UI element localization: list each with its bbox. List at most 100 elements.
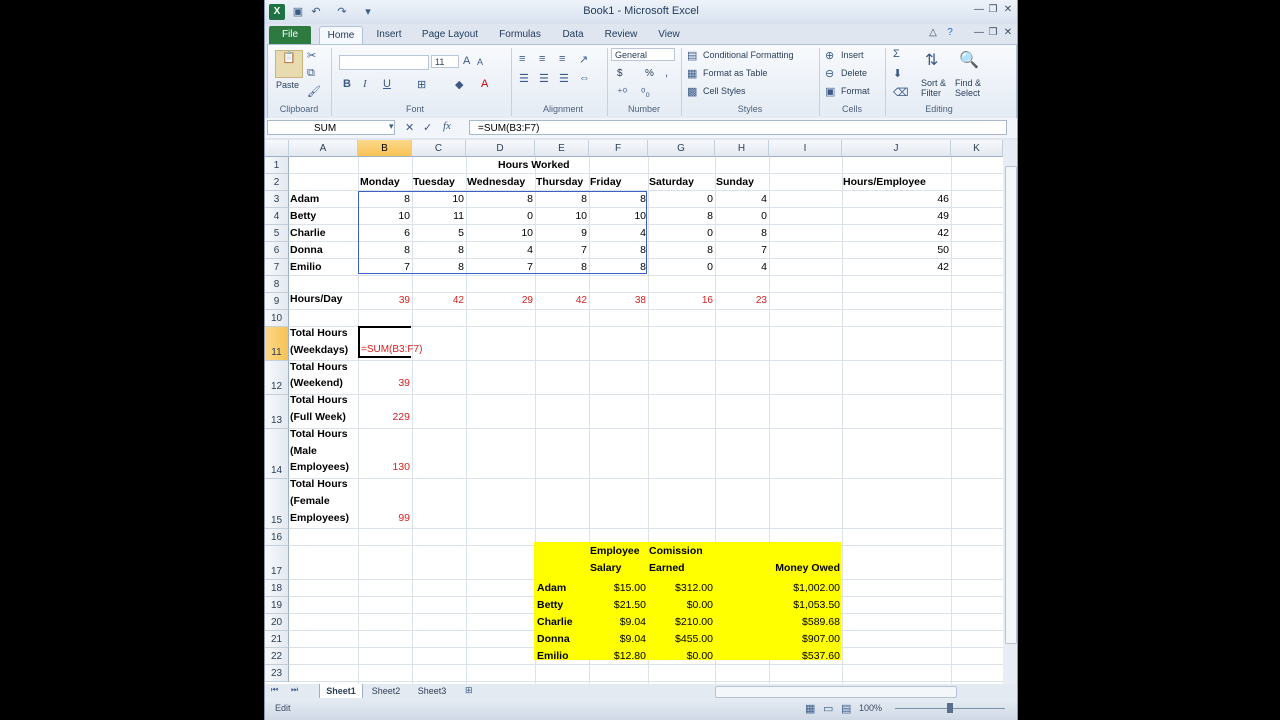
paste-icon[interactable]: 📋 <box>275 50 303 78</box>
hours-cell[interactable]: 8 <box>715 227 767 239</box>
row-header[interactable]: 13 <box>265 395 289 429</box>
row-header[interactable]: 21 <box>265 631 289 648</box>
column-header[interactable]: D <box>466 140 535 157</box>
zoom-slider-thumb[interactable] <box>947 703 953 713</box>
pay-salary[interactable]: $21.50 <box>589 599 646 611</box>
hours-cell[interactable]: 8 <box>535 261 587 273</box>
formula-input[interactable]: =SUM(B3:F7) <box>469 120 1007 135</box>
cell-styles-icon[interactable]: ▩ <box>687 85 697 98</box>
format-cells-button[interactable]: Format <box>841 86 870 96</box>
find-select-icon[interactable]: 🔍 <box>959 50 979 70</box>
close-icon[interactable]: ✕ <box>1000 3 1016 17</box>
comma-style-icon[interactable]: , <box>665 67 668 79</box>
center-icon[interactable]: ☰ <box>539 72 549 85</box>
format-table-icon[interactable]: ▦ <box>687 67 697 80</box>
row-header[interactable]: 7 <box>265 259 289 276</box>
hours-cell[interactable]: 7 <box>466 261 533 273</box>
insert-sheet-icon[interactable]: ⊞ <box>465 685 473 696</box>
row-header[interactable]: 11 <box>265 327 289 361</box>
hours-cell[interactable]: 7 <box>358 261 410 273</box>
row-header[interactable]: 19 <box>265 597 289 614</box>
hours-cell[interactable]: 4 <box>466 244 533 256</box>
align-left-icon[interactable]: ☰ <box>519 72 529 85</box>
row-header[interactable]: 14 <box>265 429 289 479</box>
zoom-level[interactable]: 100% <box>859 703 882 713</box>
hours-cell[interactable]: 0 <box>648 227 713 239</box>
column-header[interactable]: E <box>535 140 589 157</box>
pay-salary[interactable]: $15.00 <box>589 582 646 594</box>
column-header[interactable]: I <box>769 140 842 157</box>
hours-cell[interactable]: 10 <box>535 210 587 222</box>
hours-cell[interactable]: 8 <box>535 193 587 205</box>
pay-owed[interactable]: $589.68 <box>768 616 840 628</box>
merge-icon[interactable]: ⇔ <box>579 72 590 84</box>
increase-decimal-icon[interactable]: ⁺⁰ <box>617 86 627 99</box>
find-select-label-1[interactable]: Find & <box>955 78 981 88</box>
column-header[interactable]: C <box>412 140 466 157</box>
hours-cell[interactable]: 4 <box>715 261 767 273</box>
row-header[interactable]: 22 <box>265 648 289 665</box>
pay-salary[interactable]: $12.80 <box>589 650 646 662</box>
select-all-corner[interactable] <box>265 140 289 157</box>
page-layout-view-icon[interactable]: ▭ <box>823 702 833 715</box>
conditional-formatting-button[interactable]: Conditional Formatting <box>703 50 794 60</box>
pay-owed[interactable]: $1,002.00 <box>768 582 840 594</box>
insert-cells-button[interactable]: Insert <box>841 50 864 60</box>
hours-cell[interactable]: 4 <box>589 227 646 239</box>
cut-icon[interactable]: ✂ <box>307 49 316 62</box>
confirm-entry-icon[interactable]: ✓ <box>423 121 432 134</box>
pay-owed[interactable]: $1,053.50 <box>768 599 840 611</box>
vertical-scroll-thumb[interactable] <box>1005 166 1017 644</box>
format-painter-icon[interactable]: 🖌 <box>307 85 321 98</box>
row-header[interactable]: 20 <box>265 614 289 631</box>
tab-file[interactable]: File <box>269 26 311 44</box>
page-break-view-icon[interactable]: ▤ <box>841 702 851 715</box>
pay-earned[interactable]: $312.00 <box>648 582 713 594</box>
delete-cells-button[interactable]: Delete <box>841 68 867 78</box>
hours-cell[interactable]: 11 <box>412 210 464 222</box>
shrink-font-icon[interactable]: A <box>477 57 483 67</box>
column-header[interactable]: F <box>589 140 648 157</box>
pay-salary[interactable]: $9.04 <box>589 633 646 645</box>
hours-cell[interactable]: 10 <box>466 227 533 239</box>
font-color-icon[interactable]: A <box>481 78 488 90</box>
restore-icon[interactable]: ❐ <box>985 3 1001 17</box>
borders-icon[interactable]: ⊞ <box>417 78 426 91</box>
employee-total[interactable]: 42 <box>842 227 949 239</box>
sort-filter-label-2[interactable]: Filter <box>921 88 941 98</box>
clear-icon[interactable]: ⌫ <box>893 86 909 99</box>
decrease-decimal-icon[interactable]: ⁰₀ <box>641 86 650 99</box>
normal-view-icon[interactable]: ▦ <box>805 702 815 715</box>
underline-icon[interactable]: U <box>383 78 391 90</box>
column-header[interactable]: B <box>358 140 412 157</box>
hours-per-day-value[interactable]: 39 <box>358 295 410 306</box>
row-header[interactable]: 2 <box>265 174 289 191</box>
hours-cell[interactable]: 8 <box>466 193 533 205</box>
horizontal-scroll-thumb[interactable] <box>715 686 957 698</box>
grow-font-icon[interactable]: A <box>463 55 470 67</box>
hours-cell[interactable]: 8 <box>358 244 410 256</box>
pay-owed[interactable]: $907.00 <box>768 633 840 645</box>
column-header[interactable]: H <box>715 140 769 157</box>
first-sheet-icon[interactable]: ⏮ <box>271 685 278 695</box>
sheet-tab-1[interactable]: Sheet1 <box>319 684 363 699</box>
name-box-dropdown-icon[interactable]: ▾ <box>389 121 394 132</box>
column-header[interactable]: J <box>842 140 951 157</box>
row-header[interactable]: 12 <box>265 361 289 395</box>
hours-per-day-value[interactable]: 23 <box>715 295 767 306</box>
tab-view[interactable]: View <box>651 26 687 44</box>
employee-total[interactable]: 46 <box>842 193 949 205</box>
format-as-table-button[interactable]: Format as Table <box>703 68 767 78</box>
row-header[interactable]: 4 <box>265 208 289 225</box>
tab-review[interactable]: Review <box>599 26 643 44</box>
tab-data[interactable]: Data <box>555 26 591 44</box>
tab-formulas[interactable]: Formulas <box>493 26 547 44</box>
sort-filter-label-1[interactable]: Sort & <box>921 78 946 88</box>
hours-cell[interactable]: 0 <box>466 210 533 222</box>
paste-button[interactable]: Paste <box>276 80 299 90</box>
active-cell-formula[interactable]: =SUM(B3:F7) <box>361 344 422 355</box>
hours-cell[interactable]: 8 <box>648 210 713 222</box>
row-header[interactable]: 15 <box>265 479 289 529</box>
row-header[interactable]: 6 <box>265 242 289 259</box>
hours-cell[interactable]: 8 <box>589 193 646 205</box>
